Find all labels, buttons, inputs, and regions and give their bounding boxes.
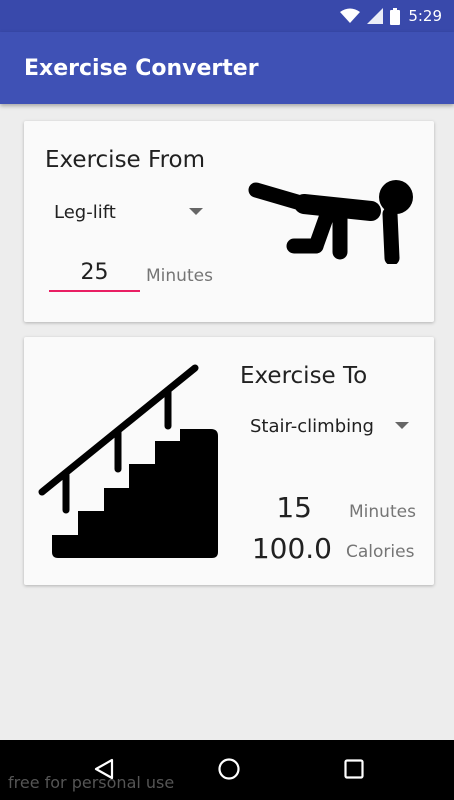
cell-signal-icon (367, 8, 384, 24)
battery-icon (390, 7, 401, 25)
exercise-to-spinner[interactable]: Stair-climbing (250, 413, 412, 439)
dropdown-arrow-icon (395, 422, 409, 429)
exercise-to-minutes-value: 15 (276, 491, 312, 524)
recent-apps-icon[interactable] (343, 757, 365, 781)
exercise-to-calories-unit: Calories (346, 542, 415, 562)
exercise-to-calories-value: 100.0 (251, 532, 332, 565)
exercise-from-minutes-unit: Minutes (146, 266, 213, 286)
exercise-to-selected: Stair-climbing (250, 415, 374, 437)
dropdown-arrow-icon (189, 208, 203, 215)
app-title: Exercise Converter (24, 55, 259, 81)
minutes-input-underline (49, 290, 140, 292)
exercise-to-title: Exercise To (240, 363, 368, 389)
status-time: 5:29 (408, 7, 442, 25)
status-bar: 5:29 (0, 0, 454, 32)
exercise-from-minutes-input[interactable]: 25 (49, 260, 140, 285)
exercise-from-title: Exercise From (45, 147, 206, 173)
home-icon[interactable] (217, 757, 241, 781)
watermark: free for personal use (8, 773, 175, 792)
wifi-icon (340, 8, 361, 23)
status-icons (340, 7, 401, 25)
app-bar: Exercise Converter (0, 32, 454, 104)
stair-climbing-exercise-icon (38, 364, 218, 558)
exercise-to-minutes-unit: Minutes (349, 502, 416, 522)
exercise-to-card: Exercise To Stair-climbing 15 Minutes 10… (24, 337, 434, 585)
exercise-from-selected: Leg-lift (54, 201, 116, 223)
exercise-from-spinner[interactable]: Leg-lift (54, 199, 206, 225)
leg-lift-exercise-icon (248, 180, 413, 264)
exercise-from-card: Exercise From Leg-lift 25 Minutes (24, 121, 434, 322)
